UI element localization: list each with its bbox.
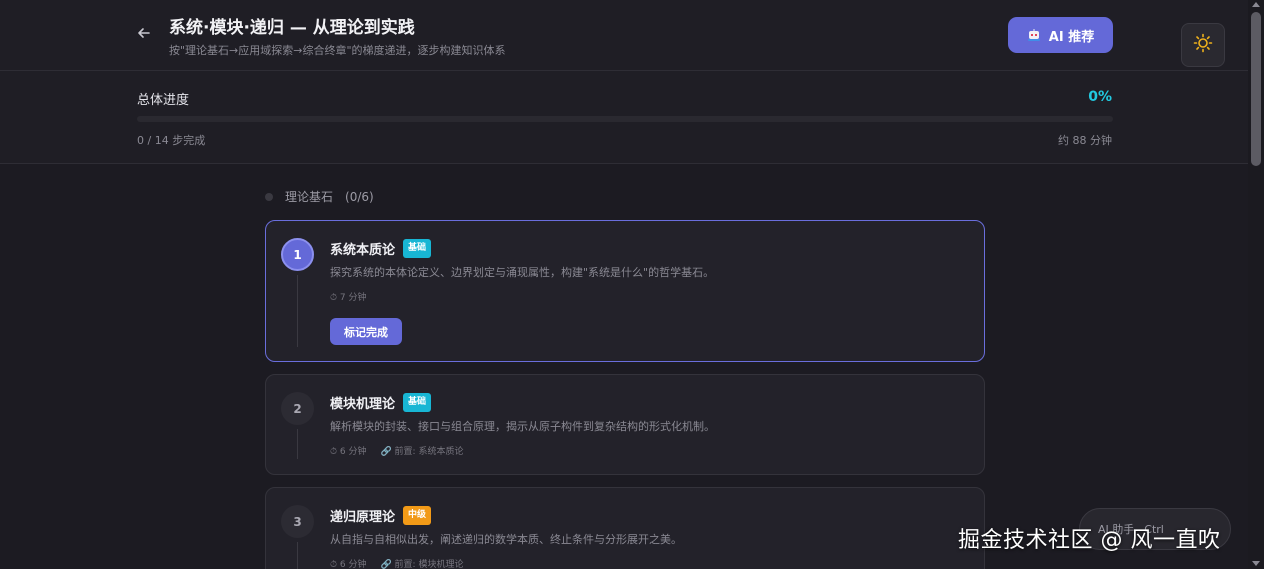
page-title: 系统·模块·递归 — 从理论到实践 bbox=[169, 18, 415, 38]
step-title: 系统本质论 bbox=[330, 243, 396, 258]
timeline-line bbox=[297, 429, 298, 459]
section-header: 理论基石 (0/6) bbox=[265, 188, 374, 205]
step-card[interactable]: 3 递归原理论 中级 从自指与自相似出发，阐述递归的数学本质、终止条件与分形展开… bbox=[265, 487, 985, 569]
step-meta: ⏱ 7 分钟 bbox=[330, 290, 366, 303]
step-description: 探究系统的本体论定义、边界划定与涌现属性，构建"系统是什么"的哲学基石。 bbox=[330, 266, 715, 279]
step-card[interactable]: 2 模块机理论 基础 解析模块的封装、接口与组合原理，揭示从原子构件到复杂结构的… bbox=[265, 374, 985, 475]
level-badge: 基础 bbox=[403, 393, 432, 412]
prerequisite-text: 前置: 模块机理论 bbox=[394, 560, 464, 569]
page-scrollbar[interactable] bbox=[1248, 0, 1264, 569]
step-title-row: 递归原理论 中级 bbox=[330, 506, 432, 525]
progress-percent: 0% bbox=[1088, 89, 1112, 105]
page-header: 系统·模块·递归 — 从理论到实践 按"理论基石→应用域探索→综合终章"的梯度递… bbox=[0, 0, 1248, 71]
section-dot bbox=[265, 192, 273, 201]
level-badge: 基础 bbox=[403, 239, 432, 258]
progress-steps: 0 / 14 步完成 bbox=[137, 134, 206, 147]
level-badge: 中级 bbox=[403, 506, 432, 525]
step-title-row: 系统本质论 基础 bbox=[330, 239, 432, 258]
section-title: 理论基石 bbox=[285, 190, 334, 204]
link-icon: 🔗 bbox=[380, 447, 395, 457]
progress-label: 总体进度 bbox=[137, 93, 190, 108]
sun-icon bbox=[1193, 33, 1213, 57]
arrow-left-icon[interactable] bbox=[137, 26, 153, 42]
duration-text: ⏱ 7 分钟 bbox=[330, 293, 367, 303]
scroll-up-arrow-icon[interactable] bbox=[1252, 2, 1260, 7]
step-meta: ⏱ 6 分钟 🔗 前置: 系统本质论 bbox=[330, 444, 463, 457]
section-count: (0/6) bbox=[345, 189, 374, 204]
robot-icon bbox=[1027, 28, 1041, 42]
step-card[interactable]: 1 系统本质论 基础 探究系统的本体论定义、边界划定与涌现属性，构建"系统是什么… bbox=[265, 220, 985, 362]
progress-bar bbox=[137, 116, 1113, 122]
mark-complete-button[interactable]: 标记完成 bbox=[330, 318, 402, 345]
theme-toggle-button[interactable] bbox=[1181, 23, 1225, 67]
step-title: 递归原理论 bbox=[330, 510, 396, 525]
overall-progress-panel: 总体进度 0% 0 / 14 步完成 约 88 分钟 bbox=[0, 71, 1248, 164]
watermark: 掘金技术社区 @ 风一直吹 bbox=[958, 528, 1221, 553]
step-title: 模块机理论 bbox=[330, 397, 396, 412]
link-icon: 🔗 bbox=[380, 560, 395, 569]
ai-recommend-label: AI 推荐 bbox=[1048, 29, 1095, 45]
step-number: 3 bbox=[281, 505, 314, 538]
prerequisite: 🔗 前置: 系统本质论 bbox=[380, 444, 463, 457]
prerequisite: 🔗 前置: 模块机理论 bbox=[380, 557, 463, 569]
step-number: 1 bbox=[281, 238, 314, 271]
ai-recommend-button[interactable]: AI 推荐 bbox=[1008, 17, 1113, 53]
prerequisite-text: 前置: 系统本质论 bbox=[394, 447, 464, 457]
duration-text: ⏱ 6 分钟 bbox=[330, 560, 367, 569]
scroll-thumb[interactable] bbox=[1251, 12, 1261, 166]
step-description: 从自指与自相似出发，阐述递归的数学本质、终止条件与分形展开之美。 bbox=[330, 533, 682, 546]
step-title-row: 模块机理论 基础 bbox=[330, 393, 432, 412]
step-description: 解析模块的封装、接口与组合原理，揭示从原子构件到复杂结构的形式化机制。 bbox=[330, 420, 715, 433]
progress-time-estimate: 约 88 分钟 bbox=[1058, 134, 1112, 147]
timeline-line bbox=[297, 275, 298, 347]
duration-text: ⏱ 6 分钟 bbox=[330, 447, 367, 457]
step-number: 2 bbox=[281, 392, 314, 425]
page-subtitle: 按"理论基石→应用域探索→综合终章"的梯度递进，逐步构建知识体系 bbox=[169, 44, 506, 57]
step-meta: ⏱ 6 分钟 🔗 前置: 模块机理论 bbox=[330, 557, 463, 569]
timeline-line bbox=[297, 542, 298, 569]
scroll-down-arrow-icon[interactable] bbox=[1252, 561, 1260, 566]
